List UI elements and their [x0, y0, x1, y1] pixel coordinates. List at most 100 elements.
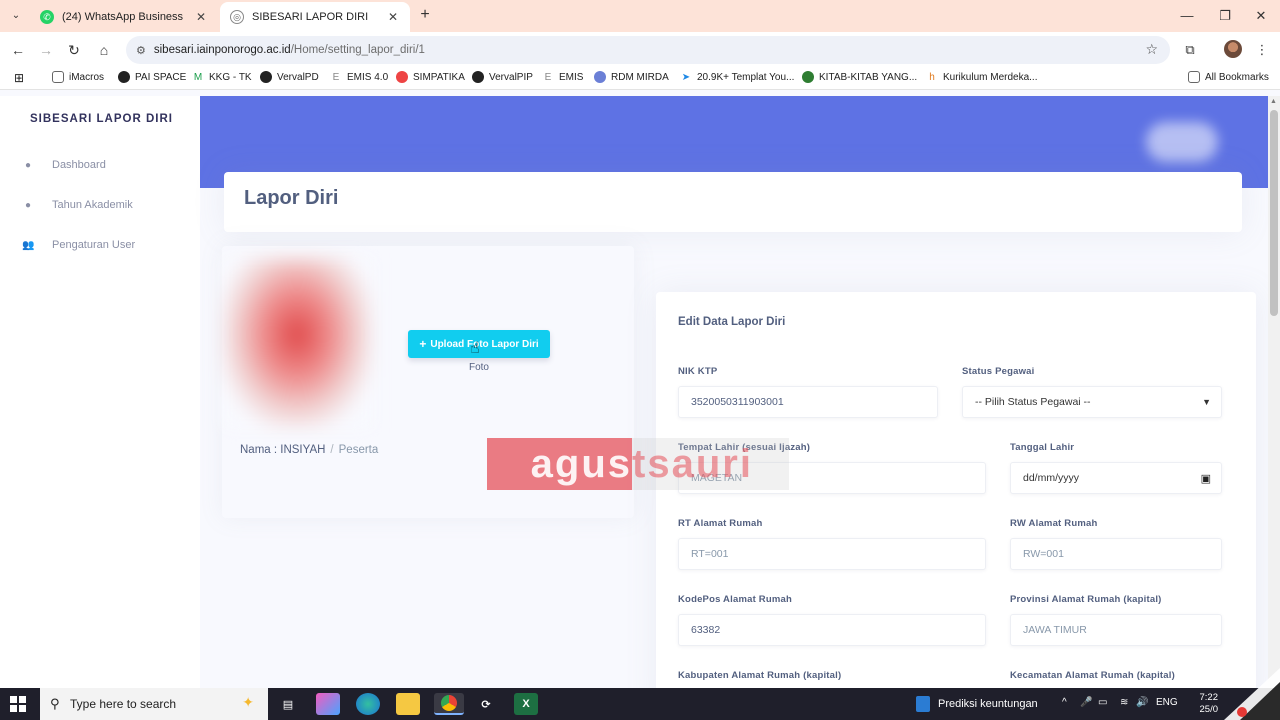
page-title-card: Lapor Diri: [224, 172, 1242, 232]
rw-input[interactable]: RW=001: [1010, 538, 1222, 570]
close-window-button[interactable]: ✕: [1244, 6, 1278, 26]
search-placeholder: Type here to search: [70, 697, 177, 711]
edge-icon[interactable]: [356, 693, 380, 715]
clock-date: 25/0: [1199, 704, 1219, 715]
clock-time: 7:22: [1199, 692, 1219, 703]
extensions-icon[interactable]: ⧉: [1180, 40, 1200, 60]
windows-start-icon[interactable]: [10, 696, 26, 712]
bookmark-simpatika[interactable]: SIMPATIKA: [396, 71, 465, 83]
profile-photo: [222, 258, 372, 428]
new-tab-button[interactable]: +: [416, 6, 434, 26]
taskbar-notification[interactable]: Prediksi keuntungan: [916, 694, 1038, 714]
home-icon[interactable]: ⌂: [94, 40, 114, 60]
file-explorer-icon[interactable]: [396, 693, 420, 715]
sidebar-item-label: Tahun Akademik: [52, 199, 133, 211]
bookmark-kurikulum[interactable]: h Kurikulum Merdeka...: [926, 71, 1037, 83]
globe-icon: [260, 71, 272, 83]
bookmark-imacros[interactable]: iMacros: [52, 71, 104, 83]
m-logo-icon: M: [193, 71, 203, 83]
clock[interactable]: 7:22 25/0: [1186, 692, 1219, 716]
tab-title: SIBESARI LAPOR DIRI: [252, 11, 369, 23]
bookmark-label: iMacros: [69, 71, 105, 83]
bookmark-kitab[interactable]: KITAB-KITAB YANG...: [802, 71, 917, 83]
bookmark-label: Kurikulum Merdeka...: [943, 71, 1038, 83]
chrome-icon[interactable]: [434, 693, 464, 715]
watermark-right: tsauri: [632, 438, 789, 490]
edit-form-card: Edit Data Lapor Diri NIK KTP 35200503119…: [656, 292, 1256, 688]
kodepos-value: 63382: [691, 624, 721, 636]
user-profile-menu[interactable]: [1146, 122, 1218, 162]
chevron-up-icon[interactable]: ^: [1062, 697, 1067, 708]
app-icon[interactable]: ⟳: [474, 693, 498, 715]
excel-icon[interactable]: X: [514, 693, 538, 715]
bookmark-label: EMIS: [559, 71, 584, 83]
sidebar-item-tahun-akademik[interactable]: ● Tahun Akademik: [0, 193, 200, 217]
url-host: sibesari.iainponorogo.ac.id: [153, 44, 291, 56]
url-path: /Home/setting_lapor_diri/1: [290, 44, 425, 56]
profile-avatar[interactable]: [1224, 40, 1242, 58]
nik-input[interactable]: 3520050311903001: [678, 386, 938, 418]
language-indicator[interactable]: ENG: [1156, 697, 1178, 708]
reload-icon[interactable]: ↻: [64, 40, 84, 60]
scroll-up-icon[interactable]: ▲: [1270, 98, 1277, 105]
sidebar-item-pengaturan-user[interactable]: 👥 Pengaturan User: [0, 233, 200, 257]
battery-icon[interactable]: ▭: [1098, 697, 1107, 708]
minimize-button[interactable]: —: [1170, 6, 1204, 26]
scrollbar-thumb[interactable]: [1270, 110, 1278, 316]
bookmark-label: VervalPIP: [489, 71, 533, 83]
bookmarks-bar: ⊞ iMacros PAI SPACE M KKG - TK VervalPD E…: [0, 68, 1280, 90]
provinsi-input[interactable]: JAWA TIMUR: [1010, 614, 1222, 646]
bookmark-label: KITAB-KITAB YANG...: [819, 71, 918, 83]
address-bar[interactable]: ⚙ sibesari.iainponorogo.ac.id/Home/setti…: [126, 36, 1170, 64]
copilot-sparkle-icon[interactable]: ✦: [242, 694, 254, 711]
taskbar-search[interactable]: ⚲ Type here to search ✦: [40, 688, 268, 720]
folder-icon: [52, 71, 64, 83]
microphone-icon[interactable]: 🎤: [1080, 697, 1092, 708]
tab-search-icon[interactable]: ⌄: [6, 6, 26, 26]
tab-close-icon[interactable]: ✕: [386, 10, 400, 24]
bookmark-vervalpd[interactable]: VervalPD: [260, 71, 319, 83]
e-logo-icon: E: [332, 71, 340, 83]
tab-sibesari[interactable]: ◎ SIBESARI LAPOR DIRI ✕: [220, 2, 410, 32]
status-value: -- Pilih Status Pegawai --: [975, 396, 1091, 408]
bookmark-star-icon[interactable]: ☆: [1145, 41, 1158, 58]
site-settings-icon[interactable]: ⚙: [136, 44, 146, 57]
brand-title[interactable]: SIBESARI LAPOR DIRI: [30, 113, 173, 125]
wifi-icon[interactable]: ≋: [1120, 697, 1128, 708]
tab-close-icon[interactable]: ✕: [194, 10, 208, 24]
watermark: agus tsauri: [487, 438, 789, 490]
page-viewport: SIBESARI LAPOR DIRI ● Dashboard ● Tahun …: [0, 96, 1268, 688]
task-view-icon[interactable]: ▤: [276, 693, 300, 715]
bookmark-label: SIMPATIKA: [413, 71, 465, 83]
kitab-logo-icon: [802, 71, 814, 83]
bookmark-kkg-tk[interactable]: M KKG - TK: [192, 71, 252, 83]
apps-grid-icon[interactable]: ⊞: [14, 71, 24, 85]
all-bookmarks[interactable]: All Bookmarks: [1188, 71, 1269, 83]
sidebar-item-dashboard[interactable]: ● Dashboard: [0, 153, 200, 177]
drop-icon: ●: [24, 159, 32, 171]
copilot-icon[interactable]: [316, 693, 340, 715]
speaker-icon[interactable]: 🔊: [1136, 697, 1148, 708]
back-arrow-icon[interactable]: ←: [8, 40, 28, 60]
tab-whatsapp[interactable]: ✆ (24) WhatsApp Business ✕: [30, 2, 218, 32]
search-icon: ⚲: [50, 696, 60, 711]
bookmark-vervalpip[interactable]: VervalPIP: [472, 71, 533, 83]
bookmark-pai-space[interactable]: PAI SPACE: [118, 71, 186, 83]
status-select[interactable]: -- Pilih Status Pegawai -- ▼: [962, 386, 1222, 418]
restore-button[interactable]: ❐: [1208, 6, 1242, 26]
browser-toolbar: ← → ↻ ⌂ ⚙ sibesari.iainponorogo.ac.id/Ho…: [0, 32, 1280, 68]
calendar-icon[interactable]: ▣: [1201, 472, 1211, 485]
arrow-logo-icon: ➤: [681, 71, 691, 83]
bookmark-emis[interactable]: E EMIS: [542, 71, 584, 83]
bookmark-templat[interactable]: ➤ 20.9K+ Templat You...: [680, 71, 795, 83]
kodepos-input[interactable]: 63382: [678, 614, 986, 646]
forward-arrow-icon[interactable]: →: [36, 40, 56, 60]
bookmark-rdm-mirda[interactable]: RDM MIRDA: [594, 71, 669, 83]
menu-kebab-icon[interactable]: ⋮: [1252, 40, 1272, 60]
tanggal-input[interactable]: dd/mm/yyyy ▣: [1010, 462, 1222, 494]
bookmark-emis-4[interactable]: E EMIS 4.0: [330, 71, 388, 83]
rt-input[interactable]: RT=001: [678, 538, 986, 570]
globe-icon: ◎: [230, 10, 244, 24]
page-scrollbar[interactable]: ▲: [1268, 96, 1280, 688]
status-label: Status Pegawai: [962, 366, 1035, 377]
